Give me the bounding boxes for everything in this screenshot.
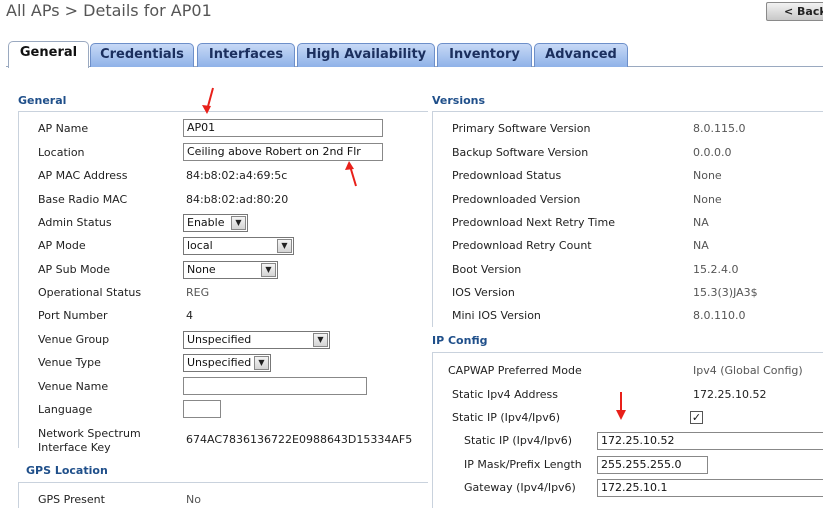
operational-status-value: REG [186,286,210,299]
ap-mac-label: AP MAC Address [38,169,128,182]
ip-config-section-border [432,352,433,508]
page-title: All APs > Details for AP01 [6,1,212,20]
version-row-label: Predownloaded Version [452,193,581,206]
gateway-input[interactable]: 172.25.10.1 [597,479,823,497]
version-row-label: Primary Software Version [452,122,591,135]
version-row-value: NA [693,216,709,229]
ap-mac-value: 84:b8:02:a4:69:5c [186,169,288,182]
spectrum-key-value: 674AC7836136722E0988643D15334AF5 [186,433,413,446]
version-row-value: None [693,193,722,206]
gps-present-value: No [186,493,201,506]
version-row-value: 8.0.110.0 [693,309,746,322]
spectrum-key-label-line2: Interface Key [38,441,111,454]
chevron-down-icon: ▼ [254,356,269,370]
static-ip-input[interactable]: 172.25.10.52 [597,432,823,450]
ap-sub-mode-label: AP Sub Mode [38,263,111,276]
version-row-value: 8.0.115.0 [693,122,746,135]
spectrum-key-label-line1: Network Spectrum [38,427,141,440]
venue-group-value: Unspecified [187,333,252,346]
location-input[interactable]: Ceiling above Robert on 2nd Flr [183,143,383,161]
general-section-border [18,111,19,448]
versions-section-divider [432,111,823,112]
ip-config-section-divider [432,352,823,353]
ap-name-input[interactable]: AP01 [183,119,383,137]
tab-inventory[interactable]: Inventory [437,43,532,67]
static-ip-label: Static IP (Ipv4/Ipv6) [452,411,561,424]
version-row-value: NA [693,239,709,252]
venue-type-label: Venue Type [38,356,101,369]
venue-type-select[interactable]: Unspecified ▼ [183,354,271,372]
version-row-label: Backup Software Version [452,146,589,159]
version-row-label: Mini IOS Version [452,309,541,322]
ap-sub-mode-select[interactable]: None ▼ [183,261,278,279]
chevron-down-icon: ▼ [231,216,246,230]
general-section-heading: General [18,94,67,107]
version-row-label: IOS Version [452,286,515,299]
venue-group-select[interactable]: Unspecified ▼ [183,331,330,349]
base-radio-mac-value: 84:b8:02:ad:80:20 [186,193,289,206]
ap-mode-select[interactable]: local ▼ [183,237,294,255]
ap-mode-label: AP Mode [38,239,86,252]
venue-group-label: Venue Group [38,333,110,346]
annotation-arrow-icon [616,392,626,420]
version-row-value: 15.2.4.0 [693,263,739,276]
capwap-mode-value: Ipv4 (Global Config) [693,364,803,377]
gps-section-divider [18,482,428,483]
tab-high-availability[interactable]: High Availability [297,43,435,67]
location-label: Location [38,146,85,159]
language-input[interactable] [183,400,221,418]
venue-name-input[interactable] [183,377,367,395]
tab-general[interactable]: General [8,41,89,68]
annotation-arrow-icon [202,87,214,114]
capwap-mode-label: CAPWAP Preferred Mode [448,364,582,377]
gps-section-heading: GPS Location [26,464,108,477]
venue-type-value: Unspecified [187,356,252,369]
admin-status-label: Admin Status [38,216,112,229]
tab-advanced[interactable]: Advanced [534,43,628,67]
version-row-label: Predownload Retry Count [452,239,592,252]
language-label: Language [38,403,93,416]
port-number-label: Port Number [38,309,108,322]
gps-present-label: GPS Present [38,493,105,506]
gps-section-border [18,482,19,508]
version-row-label: Predownload Status [452,169,562,182]
version-row-value: None [693,169,722,182]
chevron-down-icon: ▼ [261,263,276,277]
ap-name-label: AP Name [38,122,89,135]
back-button[interactable]: < Back [766,2,823,21]
operational-status-label: Operational Status [38,286,142,299]
base-radio-mac-label: Base Radio MAC [38,193,128,206]
admin-status-value: Enable [187,216,225,229]
tab-credentials[interactable]: Credentials [90,43,194,67]
versions-section-border [432,111,433,327]
general-section-divider [18,111,428,112]
static-ipv4-label: Static Ipv4 Address [452,388,558,401]
gateway-label: Gateway (Ipv4/Ipv6) [464,481,576,494]
admin-status-select[interactable]: Enable ▼ [183,214,248,232]
static-ipv4-value: 172.25.10.52 [693,388,767,401]
ap-sub-mode-value: None [187,263,216,276]
versions-section-heading: Versions [432,94,486,107]
version-row-label: Predownload Next Retry Time [452,216,615,229]
static-ip-checkbox[interactable]: ✓ [690,411,703,424]
chevron-down-icon: ▼ [313,333,328,347]
static-ip-field-label: Static IP (Ipv4/Ipv6) [464,434,573,447]
ip-mask-label: IP Mask/Prefix Length [464,458,582,471]
version-row-label: Boot Version [452,263,522,276]
ap-mode-value: local [187,239,213,252]
venue-name-label: Venue Name [38,380,109,393]
version-row-value: 15.3(3)JA3$ [693,286,758,299]
port-number-value: 4 [186,309,193,322]
annotation-arrow-icon [345,161,357,187]
tab-interfaces[interactable]: Interfaces [197,43,295,67]
ip-config-section-heading: IP Config [432,334,488,347]
version-row-value: 0.0.0.0 [693,146,732,159]
ip-mask-input[interactable]: 255.255.255.0 [597,456,708,474]
chevron-down-icon: ▼ [277,239,292,253]
